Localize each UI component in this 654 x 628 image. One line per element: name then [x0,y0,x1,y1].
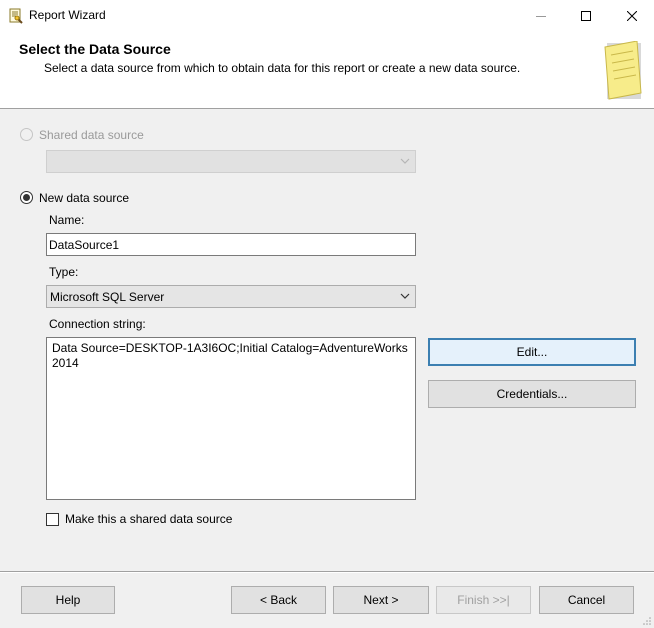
chevron-down-icon [400,158,410,164]
shared-data-source-label: Shared data source [39,128,144,142]
connection-string-label: Connection string: [49,317,146,331]
minimize-button[interactable] [518,0,563,31]
name-input[interactable]: DataSource1 [46,233,416,256]
page-subtitle: Select a data source from which to obtai… [44,61,521,75]
help-button[interactable]: Help [21,586,115,614]
shared-data-source-radio[interactable] [20,128,33,141]
new-data-source-label: New data source [39,191,130,205]
type-value: Microsoft SQL Server [50,290,165,304]
next-button[interactable]: Next > [333,586,429,614]
shared-data-source-checkbox-label: Make this a shared data source [65,512,233,526]
name-label: Name: [49,213,85,227]
minimize-icon [535,15,546,17]
finish-button[interactable]: Finish >>| [436,586,531,614]
notepad-icon [604,41,642,100]
type-dropdown[interactable]: Microsoft SQL Server [46,285,416,308]
close-button[interactable] [609,0,654,31]
type-label: Type: [49,265,79,279]
new-data-source-radio[interactable] [20,191,33,204]
shared-data-source-dropdown[interactable] [46,150,416,173]
back-button[interactable]: < Back [231,586,326,614]
close-icon [626,10,637,21]
shared-data-source-checkbox[interactable] [46,513,59,526]
maximize-icon [580,10,591,21]
credentials-button[interactable]: Credentials... [428,380,636,408]
edit-button[interactable]: Edit... [428,338,636,366]
footer-divider-highlight [0,572,654,573]
cancel-button[interactable]: Cancel [539,586,634,614]
maximize-button[interactable] [563,0,608,31]
page-title: Select the Data Source [19,41,171,57]
resize-grip-icon[interactable] [642,616,652,626]
title-bar: Report Wizard [0,0,654,31]
chevron-down-icon [400,293,410,299]
connection-string-textarea[interactable]: Data Source=DESKTOP-1A3I6OC;Initial Cata… [46,337,416,500]
window-title: Report Wizard [29,8,106,22]
wizard-header: Select the Data Source Select a data sou… [0,31,654,109]
radio-selected-dot [23,194,30,201]
name-value: DataSource1 [49,238,120,252]
report-wizard-icon [9,8,23,24]
